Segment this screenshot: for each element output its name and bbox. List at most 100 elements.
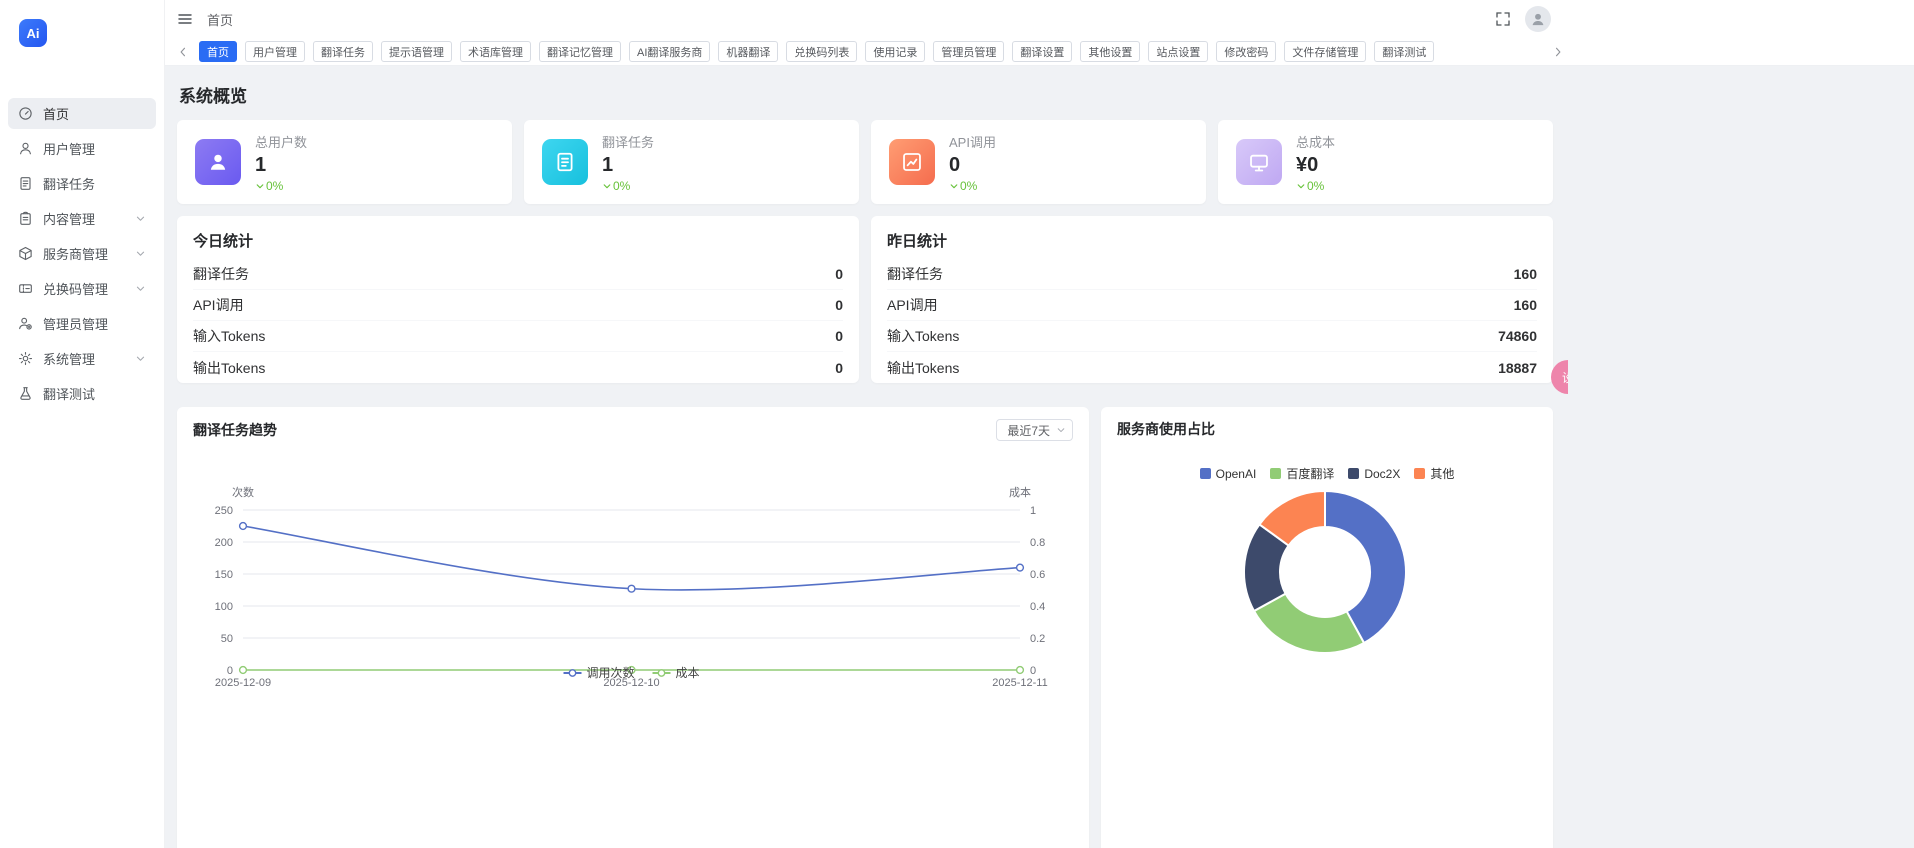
tabbar: 首页用户管理翻译任务提示语管理术语库管理翻译记忆管理 AI翻译服务商机器翻译兑换码… xyxy=(165,38,1914,66)
sidebar-item-label: 用户管理 xyxy=(43,139,95,158)
chevron-down-icon xyxy=(1056,425,1066,435)
tab-9[interactable]: 使用记录 xyxy=(865,41,925,62)
sidebar-item-4[interactable]: 服务商管理 xyxy=(8,238,156,269)
today-stats-panel: 今日统计 翻译任务0API调用0输入Tokens0输出Tokens0 xyxy=(177,216,859,383)
stat-card-label: 总用户数 xyxy=(255,132,307,151)
stat-row-label: 输出Tokens xyxy=(887,358,959,378)
ticket-icon xyxy=(18,281,33,296)
sidebar-item-1[interactable]: 用户管理 xyxy=(8,133,156,164)
clipboard-icon xyxy=(18,211,33,226)
today-stats-rows: 翻译任务0API调用0输入Tokens0输出Tokens0 xyxy=(193,259,843,383)
page-title: 系统概览 xyxy=(179,82,1914,107)
logo-text: Ai xyxy=(27,26,40,41)
pie-legend-item-1[interactable]: 百度翻译 xyxy=(1270,465,1334,482)
flask-icon xyxy=(18,386,33,401)
sidebar-item-label: 内容管理 xyxy=(43,209,95,228)
sidebar-item-label: 管理员管理 xyxy=(43,314,108,333)
stat-card-label: API调用 xyxy=(949,132,996,151)
app-logo-icon[interactable]: Ai xyxy=(19,19,47,47)
tab-4[interactable]: 术语库管理 xyxy=(460,41,531,62)
yesterday-stats-rows: 翻译任务160 API调用 160 输入Tokens74860输出Tokens1888… xyxy=(887,259,1537,383)
tab-11[interactable]: 翻译设置 xyxy=(1012,41,1072,62)
stat-row-label: 输入Tokens xyxy=(887,326,959,346)
stat-card-2: API调用 0 0% xyxy=(871,120,1206,204)
pie-legend-label: 百度翻译 xyxy=(1286,465,1334,482)
svg-text:0.2: 0.2 xyxy=(1030,633,1045,645)
tab-10[interactable]: 管理员管理 xyxy=(933,41,1004,62)
svg-text:0.4: 0.4 xyxy=(1030,601,1045,613)
pie-legend-item-0[interactable]: OpenAI xyxy=(1200,467,1257,481)
sidebar-item-label: 服务商管理 xyxy=(43,244,108,263)
stat-row-label: 输出Tokens xyxy=(193,358,265,378)
legend-swatch-icon xyxy=(1200,468,1211,479)
stat-card-value: 0 xyxy=(949,154,996,176)
stat-card-trend-value: 0% xyxy=(960,179,977,193)
stat-row-label: API调用 xyxy=(193,295,244,315)
stat-row: 输入Tokens74860 xyxy=(887,321,1537,352)
tab-16[interactable]: 翻译测试 xyxy=(1374,41,1434,62)
stat-row: 输出Tokens0 xyxy=(193,352,843,383)
pie-legend-label: Doc2X xyxy=(1364,467,1400,481)
tab-13[interactable]: 站点设置 xyxy=(1148,41,1208,62)
tab-1[interactable]: 用户管理 xyxy=(245,41,305,62)
theme-settings-fab[interactable]: 设 xyxy=(1551,360,1568,394)
sidebar-item-2[interactable]: 翻译任务 xyxy=(8,168,156,199)
user-icon xyxy=(18,141,33,156)
collapse-sidebar-icon[interactable] xyxy=(177,11,193,27)
tab-7[interactable]: 机器翻译 xyxy=(718,41,778,62)
caret-down-icon xyxy=(949,181,959,191)
main-content: 系统概览 总用户数10%翻译任务10%API调用00%总成本¥00% 今日统计 … xyxy=(165,66,1914,848)
stat-row-value: 160 xyxy=(1514,297,1537,313)
tab-14[interactable]: 修改密码 xyxy=(1216,41,1276,62)
tabs-chevron-left-icon[interactable] xyxy=(177,46,189,58)
sidebar-item-5[interactable]: 兑换码管理 xyxy=(8,273,156,304)
pie-legend-label: 其他 xyxy=(1430,465,1454,482)
stat-card-value: 1 xyxy=(602,154,654,176)
svg-text:调用次数: 调用次数 xyxy=(587,665,635,680)
sidebar-item-0[interactable]: 首页 xyxy=(8,98,156,129)
stat-row-label: API调用 xyxy=(887,295,938,315)
stat-row: 输出Tokens18887 xyxy=(887,352,1537,383)
svg-text:2025-12-09: 2025-12-09 xyxy=(215,677,271,689)
tab-8[interactable]: 兑换码列表 xyxy=(786,41,857,62)
caret-down-icon xyxy=(255,181,265,191)
tab-3[interactable]: 提示语管理 xyxy=(381,41,452,62)
tab-2[interactable]: 翻译任务 xyxy=(313,41,373,62)
sidebar-item-7[interactable]: 系统管理 xyxy=(8,343,156,374)
fullscreen-icon[interactable] xyxy=(1495,11,1511,27)
avatar[interactable] xyxy=(1525,6,1551,32)
stat-card-1: 翻译任务10% xyxy=(524,120,859,204)
yesterday-stats-title: 昨日统计 xyxy=(887,230,1537,251)
tab-5[interactable]: 翻译记忆管理 xyxy=(539,41,621,62)
tabs-chevron-right-icon[interactable] xyxy=(1552,46,1564,58)
chevron-down-icon xyxy=(135,353,146,364)
svg-text:成本: 成本 xyxy=(1009,485,1031,499)
stat-row-value: 0 xyxy=(835,297,843,313)
stat-row: 翻译任务 0 xyxy=(193,259,843,290)
task-stat-icon xyxy=(542,139,588,185)
sidebar-item-label: 兑换码管理 xyxy=(43,279,108,298)
pie-legend-item-2[interactable]: Doc2X xyxy=(1348,467,1400,481)
tab-0[interactable]: 首页 xyxy=(199,41,237,62)
caret-down-icon xyxy=(1296,181,1306,191)
document-icon xyxy=(18,176,33,191)
legend-swatch-icon xyxy=(1414,468,1425,479)
date-range-select[interactable]: 最近7天 xyxy=(996,419,1073,441)
svg-text:0.8: 0.8 xyxy=(1030,537,1045,549)
tab-6[interactable]: AI翻译服务商 xyxy=(629,41,710,62)
pie-legend-item-3[interactable]: 其他 xyxy=(1414,465,1454,482)
tab-15[interactable]: 文件存储管理 xyxy=(1284,41,1366,62)
fab-label: 设 xyxy=(1562,369,1568,386)
stat-row-value: 0 xyxy=(835,266,843,282)
sidebar-item-3[interactable]: 内容管理 xyxy=(8,203,156,234)
stat-row-label: 翻译任务 xyxy=(193,264,249,284)
sidebar-item-8[interactable]: 翻译测试 xyxy=(8,378,156,409)
trend-chart-head: 翻译任务趋势 最近7天 xyxy=(193,419,1073,441)
stat-card-trend: 0% xyxy=(1296,179,1335,193)
tab-12[interactable]: 其他设置 xyxy=(1080,41,1140,62)
sidebar-item-6[interactable]: 管理员管理 xyxy=(8,308,156,339)
stat-row: 翻译任务160 xyxy=(887,259,1537,290)
yesterday-stats-panel: 昨日统计 翻译任务160API调用160输入Tokens74860输出Token… xyxy=(871,216,1553,383)
daily-stats-row: 今日统计 翻译任务0API调用0输入Tokens0输出Tokens0 昨日统计 … xyxy=(177,216,1914,383)
stat-card-label: 总成本 xyxy=(1296,132,1335,151)
